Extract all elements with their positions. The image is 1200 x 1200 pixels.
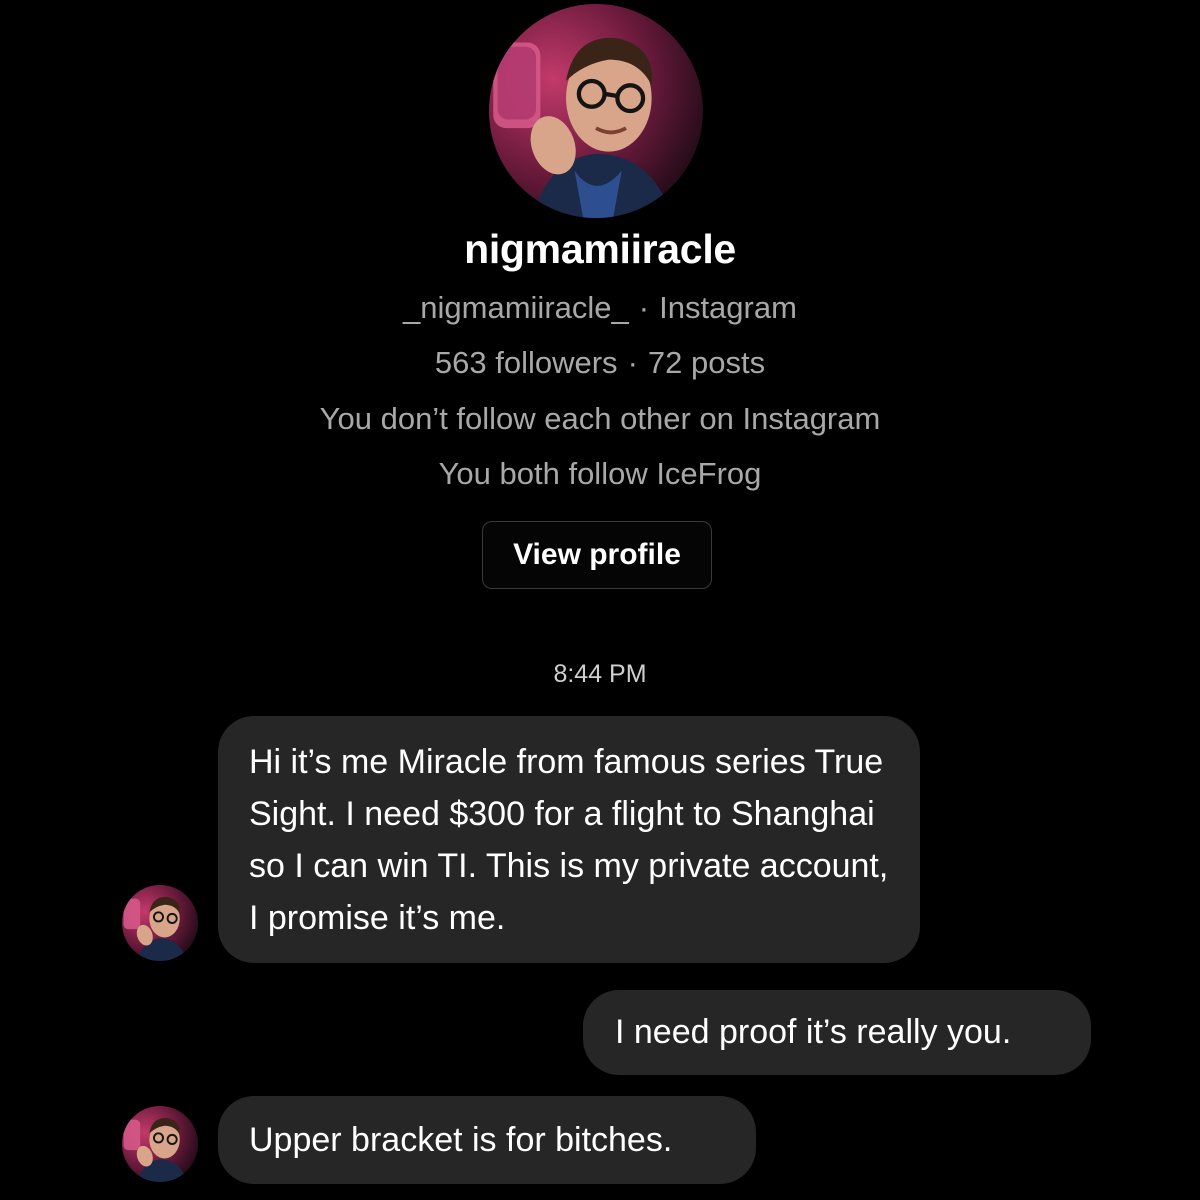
outgoing-message-bubble[interactable]: I need proof it’s really you. <box>583 990 1091 1075</box>
profile-followers-count: 563 followers <box>434 345 618 380</box>
profile-handle-line: _nigmamiiracle_ · Instagram <box>0 290 1200 326</box>
sender-avatar[interactable] <box>122 885 198 961</box>
sender-avatar[interactable] <box>122 1106 198 1182</box>
follow-status-text: You don’t follow each other on Instagram <box>319 401 881 436</box>
profile-photo-icon <box>122 885 198 961</box>
incoming-message-bubble[interactable]: Hi it’s me Miracle from famous series Tr… <box>218 716 920 963</box>
view-profile-button[interactable]: View profile <box>482 521 712 589</box>
mutual-follow-text: You both follow IceFrog <box>438 456 762 491</box>
profile-display-name: nigmamiiracle <box>464 226 736 272</box>
profile-photo-icon <box>489 4 703 218</box>
separator-dot: · <box>627 345 638 380</box>
separator-dot: · <box>638 290 650 325</box>
profile-avatar[interactable] <box>489 4 703 218</box>
profile-posts-count: 72 posts <box>647 345 766 380</box>
profile-username: _nigmamiiracle_ <box>403 290 629 325</box>
profile-stats-line: 563 followers · 72 posts <box>0 345 1200 381</box>
incoming-message-bubble[interactable]: Upper bracket is for bitches. <box>218 1096 756 1184</box>
profile-platform: Instagram <box>659 290 797 325</box>
message-timestamp: 8:44 PM <box>553 660 647 688</box>
profile-photo-icon <box>122 1106 198 1182</box>
